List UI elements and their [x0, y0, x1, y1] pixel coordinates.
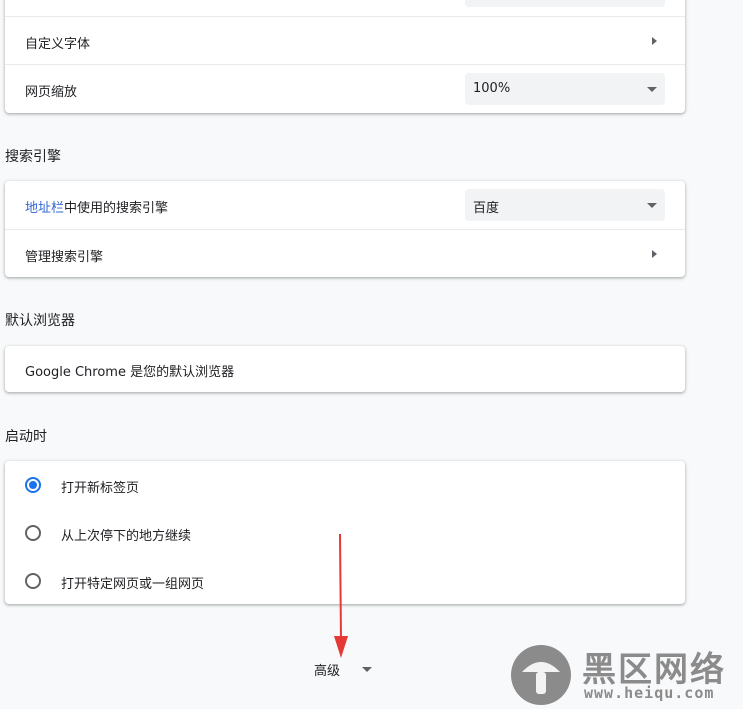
appearance-card: 自定义字体 网页缩放 100%: [5, 0, 685, 113]
dropdown-arrow-icon: [647, 203, 657, 208]
manage-search-engines-row[interactable]: 管理搜索引擎: [5, 229, 685, 278]
advanced-label: 高级: [314, 664, 341, 679]
custom-fonts-label: 自定义字体: [25, 37, 91, 52]
search-engine-select[interactable]: 百度: [465, 189, 665, 221]
page-zoom-label: 网页缩放: [25, 85, 78, 100]
address-bar-engine-label: 地址栏中使用的搜索引擎: [25, 197, 168, 216]
expand-arrow-icon: [362, 667, 372, 672]
default-browser-section-title: 默认浏览器: [5, 313, 75, 329]
advanced-toggle[interactable]: 高级: [310, 658, 380, 679]
chevron-right-icon: [652, 37, 657, 45]
radio-checked-icon[interactable]: [25, 477, 41, 493]
address-bar-link[interactable]: 地址栏: [25, 201, 64, 216]
startup-option-label: 打开新标签页: [61, 481, 140, 496]
search-engine-value: 百度: [473, 201, 500, 216]
default-browser-card: Google Chrome 是您的默认浏览器: [5, 346, 685, 392]
mushroom-logo-icon: [511, 645, 571, 705]
red-arrow-annotation: [334, 533, 348, 658]
dropdown-arrow-icon: [647, 87, 657, 92]
address-bar-engine-text: 中使用的搜索引擎: [64, 201, 169, 216]
startup-option-label: 打开特定网页或一组网页: [61, 577, 205, 592]
radio-unchecked-icon[interactable]: [25, 525, 41, 541]
manage-search-engines-label: 管理搜索引擎: [25, 250, 104, 265]
search-engine-card: 地址栏中使用的搜索引擎 百度 管理搜索引擎: [5, 181, 685, 277]
page-zoom-row: 网页缩放 100%: [5, 64, 685, 113]
search-engine-section-title: 搜索引擎: [5, 149, 61, 165]
radio-unchecked-icon[interactable]: [25, 573, 41, 589]
watermark-url: www.heiqu.com: [584, 684, 715, 702]
font-size-select[interactable]: [465, 0, 665, 7]
on-startup-section-title: 启动时: [5, 429, 47, 445]
page-zoom-value: 100%: [473, 81, 511, 96]
custom-fonts-row[interactable]: 自定义字体: [5, 16, 685, 65]
chevron-right-icon: [652, 250, 657, 258]
address-bar-engine-row: 地址栏中使用的搜索引擎 百度: [5, 181, 685, 229]
default-browser-status: Google Chrome 是您的默认浏览器: [25, 365, 235, 380]
startup-option-label: 从上次停下的地方继续: [61, 529, 192, 544]
watermark-logo: 黑区网络 www.heiqu.com: [510, 642, 743, 709]
startup-option-new-tab[interactable]: 打开新标签页: [5, 461, 685, 509]
page-zoom-select[interactable]: 100%: [465, 73, 665, 105]
